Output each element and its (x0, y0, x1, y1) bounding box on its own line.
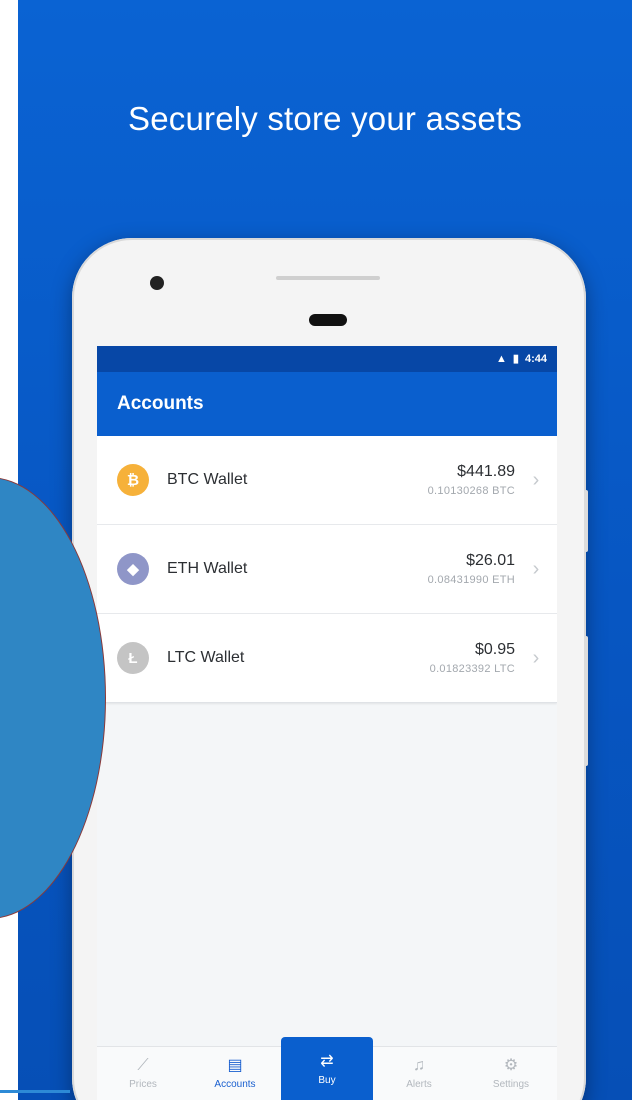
phone-screen: ▲ ▮ 4:44 Accounts ₿ BTC Wallet $441.89 0… (97, 346, 557, 1100)
app-bar-title: Accounts (117, 393, 204, 414)
app-bar: Accounts (97, 372, 557, 436)
wallet-amounts: $0.95 0.01823392 LTC (430, 641, 515, 675)
wallet-crypto-balance: 0.10130268 BTC (427, 485, 515, 497)
chart-icon: ⟋ (137, 1057, 149, 1074)
status-time: 4:44 (524, 353, 547, 365)
tab-label: Buy (318, 1075, 336, 1086)
gear-icon: ⚙ (503, 1057, 519, 1074)
phone-sensor (309, 314, 347, 326)
status-bar: ▲ ▮ 4:44 (97, 346, 557, 372)
chevron-right-icon: › (532, 646, 540, 669)
wallet-row-ltc[interactable]: Ł LTC Wallet $0.95 0.01823392 LTC › (97, 614, 557, 703)
front-camera (150, 276, 164, 290)
wallet-fiat-balance: $441.89 (457, 463, 515, 480)
bottom-tab-bar: ⟋ Prices ▤ Accounts ⇄ Buy ♫ Alerts ⚙ Set… (97, 1037, 557, 1100)
promo-screenshot: Securely store your assets ▲ ▮ 4:44 Acco… (0, 0, 632, 1100)
tab-prices[interactable]: ⟋ Prices (97, 1047, 189, 1100)
tab-label: Accounts (214, 1079, 256, 1090)
bitcoin-icon: ₿ (117, 464, 149, 496)
tab-settings[interactable]: ⚙ Settings (465, 1047, 557, 1100)
wallet-name: ETH Wallet (167, 560, 248, 577)
wallet-icon: ▤ (227, 1057, 243, 1074)
tab-label: Alerts (406, 1079, 432, 1090)
tab-alerts[interactable]: ♫ Alerts (373, 1047, 465, 1100)
tab-buy[interactable]: ⇄ Buy (281, 1037, 373, 1100)
wallet-amounts: $26.01 0.08431990 ETH (428, 552, 515, 586)
phone-volume-button (584, 636, 588, 766)
wallet-list: ₿ BTC Wallet $441.89 0.10130268 BTC › ◆ … (97, 436, 557, 703)
wallet-row-btc[interactable]: ₿ BTC Wallet $441.89 0.10130268 BTC › (97, 436, 557, 525)
wallet-crypto-balance: 0.08431990 ETH (427, 574, 515, 586)
tab-label: Prices (129, 1079, 157, 1090)
wallet-crypto-balance: 0.01823392 LTC (429, 663, 515, 675)
wallet-name: LTC Wallet (167, 649, 245, 666)
tab-accounts[interactable]: ▤ Accounts (189, 1047, 281, 1100)
bottom-accent-line (0, 1090, 70, 1093)
wallet-name: BTC Wallet (167, 471, 248, 488)
wallet-fiat-balance: $0.95 (474, 641, 515, 658)
litecoin-icon: Ł (117, 642, 149, 674)
wallet-amounts: $441.89 0.10130268 BTC (428, 463, 515, 497)
wallet-fiat-balance: $26.01 (466, 552, 515, 569)
tab-label: Settings (492, 1079, 530, 1090)
ethereum-icon: ◆ (117, 553, 149, 585)
exchange-icon: ⇄ (320, 1053, 334, 1070)
bell-icon: ♫ (413, 1057, 425, 1074)
phone-speaker (276, 276, 380, 280)
phone-power-button (584, 490, 588, 552)
signal-icon: ▲ (496, 352, 507, 365)
chevron-right-icon: › (532, 557, 540, 580)
battery-icon: ▮ (512, 352, 519, 365)
promo-headline: Securely store your assets (127, 100, 523, 137)
chevron-right-icon: › (532, 468, 540, 491)
wallet-row-eth[interactable]: ◆ ETH Wallet $26.01 0.08431990 ETH › (97, 525, 557, 614)
